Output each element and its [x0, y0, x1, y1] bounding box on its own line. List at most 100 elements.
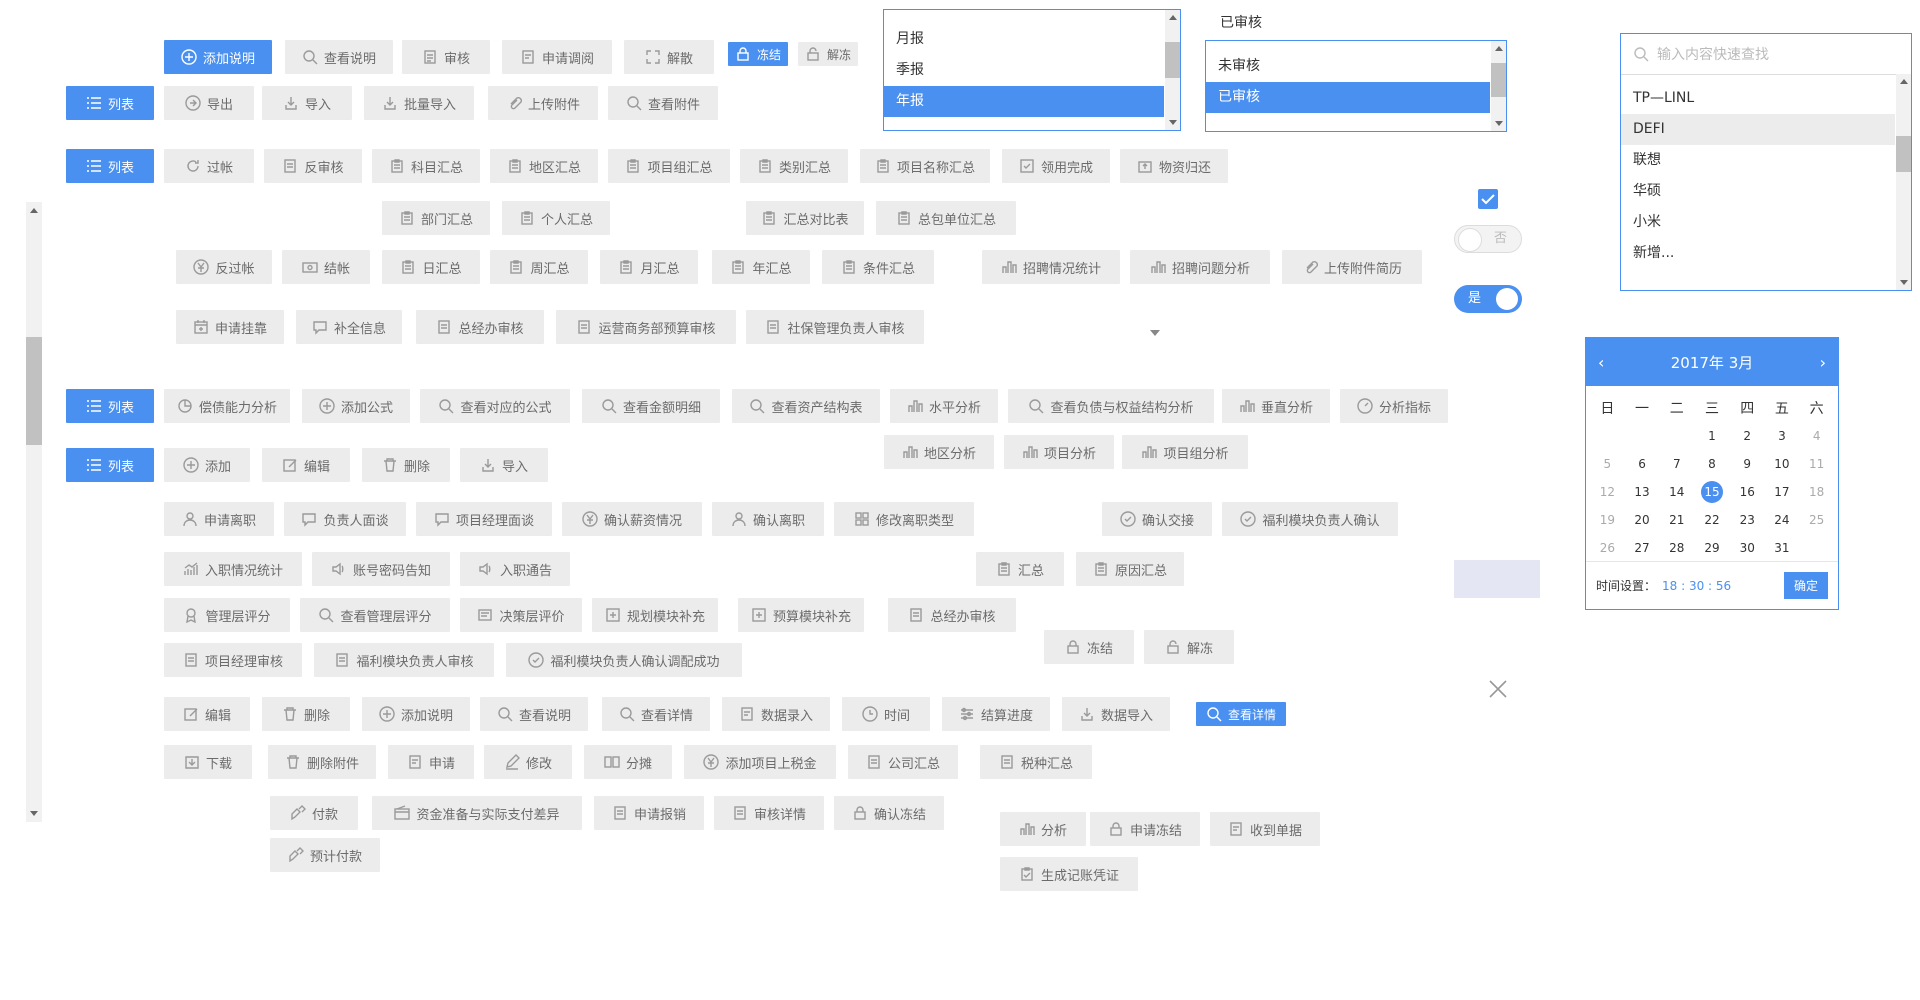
subject-summary-button[interactable]: 科目汇总 [372, 149, 480, 183]
welfare-confirm-button[interactable]: 福利模块负责人确认 [1222, 502, 1398, 536]
modify-leave-type-button[interactable]: 修改离职类型 [834, 502, 974, 536]
day-cell[interactable]: 21 [1659, 506, 1694, 534]
lead-interview-button[interactable]: 负责人面谈 [284, 502, 406, 536]
view-note-button[interactable]: 查看说明 [285, 40, 393, 74]
confirm-freeze-button[interactable]: 确认冻结 [834, 796, 944, 830]
unfreeze-button[interactable]: 解冻 [798, 42, 858, 66]
payment-button[interactable]: 付款 [270, 796, 358, 830]
reason-summary-button[interactable]: 原因汇总 [1076, 552, 1184, 586]
project-group-summary-button[interactable]: 项目组汇总 [608, 149, 730, 183]
confirm-salary-button[interactable]: 确认薪资情况 [562, 502, 702, 536]
settle-button[interactable]: 结帐 [282, 250, 370, 284]
add-formula-button[interactable]: 添加公式 [302, 389, 410, 423]
day-cell[interactable]: 27 [1625, 534, 1660, 562]
listbox-scrollbar[interactable] [1165, 10, 1180, 130]
welfare-audit-button[interactable]: 福利模块负责人审核 [314, 643, 494, 677]
scroll-up-icon[interactable] [1494, 46, 1503, 51]
welfare-success-button[interactable]: 福利模块负责人确认调配成功 [506, 643, 742, 677]
day-cell[interactable]: 24 [1765, 506, 1800, 534]
social-mgr-audit-button[interactable]: 社保管理负责人审核 [746, 310, 924, 344]
left-scrollbar[interactable] [26, 202, 42, 822]
prepay-button[interactable]: 预计付款 [270, 838, 380, 872]
list-item[interactable]: 联想 [1621, 145, 1911, 176]
audit-detail-button[interactable]: 审核详情 [714, 796, 824, 830]
apply-leave-button[interactable]: 申请离职 [164, 502, 274, 536]
day-cell[interactable]: 2 [1730, 422, 1765, 450]
yearly-summary-button[interactable]: 年汇总 [712, 250, 810, 284]
fund-diff-button[interactable]: 资金准备与实际支付差异 [372, 796, 582, 830]
day-cell[interactable]: 18 [1799, 478, 1834, 506]
region-summary-button[interactable]: 地区汇总 [490, 149, 598, 183]
list-item[interactable]: 小米 [1621, 207, 1911, 238]
delete-attachment-button[interactable]: 删除附件 [268, 745, 376, 779]
batch-import-button[interactable]: 批量导入 [364, 86, 474, 120]
day-cell[interactable]: 19 [1590, 506, 1625, 534]
gen-voucher-button[interactable]: 生成记账凭证 [1000, 857, 1138, 891]
list-item[interactable]: DEFI [1621, 114, 1895, 145]
date-picker[interactable]: ‹ 2017年 3月 › 日 一 二 三 四 五 六 12 34 56 78 9… [1585, 337, 1839, 610]
horizontal-analysis-button[interactable]: 水平分析 [890, 389, 998, 423]
list-button[interactable]: 列表 [66, 448, 154, 482]
day-cell[interactable]: 5 [1590, 450, 1625, 478]
export-button[interactable]: 导出 [164, 86, 254, 120]
day-cell[interactable]: 6 [1625, 450, 1660, 478]
list-button[interactable]: 列表 [66, 149, 154, 183]
brand-select[interactable]: 输入内容快速查找 TP—LINL DEFI 联想 华硕 小米 新增... [1620, 33, 1912, 291]
day-cell[interactable]: 14 [1659, 478, 1694, 506]
day-cell[interactable]: 25 [1799, 506, 1834, 534]
post-button[interactable]: 过帐 [164, 149, 254, 183]
freeze-button[interactable]: 冻结 [1044, 630, 1134, 664]
summary-button[interactable]: 汇总 [976, 552, 1064, 586]
view-detail-button[interactable]: 查看详情 [602, 697, 710, 731]
day-cell[interactable]: 17 [1765, 478, 1800, 506]
company-summary-button[interactable]: 公司汇总 [848, 745, 958, 779]
download-button[interactable]: 下载 [164, 745, 252, 779]
chevron-left-icon[interactable]: ‹ [1598, 353, 1604, 372]
listbox-scrollbar[interactable] [1896, 74, 1911, 290]
project-group-analysis-button[interactable]: 项目组分析 [1122, 435, 1248, 469]
day-cell[interactable]: 3 [1765, 422, 1800, 450]
import-button[interactable]: 导入 [460, 448, 548, 482]
view-asset-button[interactable]: 查看资产结构表 [732, 389, 880, 423]
day-cell[interactable]: 11 [1799, 450, 1834, 478]
checkbox[interactable] [1478, 189, 1498, 209]
toggle-off[interactable]: 否 [1454, 225, 1522, 253]
budget-supplement-button[interactable]: 预算模块补充 [738, 598, 864, 632]
indicators-button[interactable]: 分析指标 [1340, 389, 1448, 423]
plan-supplement-button[interactable]: 规划模块补充 [592, 598, 718, 632]
day-cell[interactable]: 4 [1799, 422, 1834, 450]
day-cell[interactable]: 9 [1730, 450, 1765, 478]
day-cell[interactable]: 29 [1694, 534, 1730, 562]
close-icon[interactable] [1488, 679, 1508, 699]
delete-button[interactable]: 删除 [262, 697, 350, 731]
category-summary-button[interactable]: 类别汇总 [740, 149, 848, 183]
reverse-post-button[interactable]: 反过帐 [176, 250, 272, 284]
day-cell[interactable]: 7 [1659, 450, 1694, 478]
recruit-stats-button[interactable]: 招聘情况统计 [982, 250, 1120, 284]
receive-doc-button[interactable]: 收到单据 [1210, 812, 1320, 846]
view-attachment-button[interactable]: 查看附件 [608, 86, 718, 120]
onboard-stats-button[interactable]: 入职情况统计 [164, 552, 302, 586]
pm-audit-button[interactable]: 项目经理审核 [164, 643, 302, 677]
day-cell[interactable]: 10 [1765, 450, 1800, 478]
apply-button[interactable]: 申请 [388, 745, 474, 779]
list-item[interactable]: 年报 [884, 86, 1164, 117]
person-summary-button[interactable]: 个人汇总 [502, 201, 610, 235]
scroll-down-icon[interactable] [1899, 280, 1908, 285]
caret-down-icon[interactable] [1150, 330, 1160, 336]
scroll-down-icon[interactable] [30, 811, 38, 816]
import-button[interactable]: 导入 [262, 86, 352, 120]
summary-compare-button[interactable]: 汇总对比表 [746, 201, 864, 235]
weekly-summary-button[interactable]: 周汇总 [490, 250, 588, 284]
freeze-button[interactable]: 冻结 [728, 42, 788, 66]
list-item[interactable]: 季报 [884, 55, 1180, 86]
view-note-button[interactable]: 查看说明 [480, 697, 588, 731]
mgmt-score-button[interactable]: 管理层评分 [164, 598, 290, 632]
day-cell[interactable]: 1 [1694, 422, 1730, 450]
day-cell[interactable]: 23 [1730, 506, 1765, 534]
project-name-summary-button[interactable]: 项目名称汇总 [860, 149, 990, 183]
contractor-summary-button[interactable]: 总包单位汇总 [876, 201, 1016, 235]
day-cell[interactable]: 12 [1590, 478, 1625, 506]
scroll-thumb[interactable] [1491, 63, 1506, 97]
account-notice-button[interactable]: 账号密码告知 [312, 552, 450, 586]
